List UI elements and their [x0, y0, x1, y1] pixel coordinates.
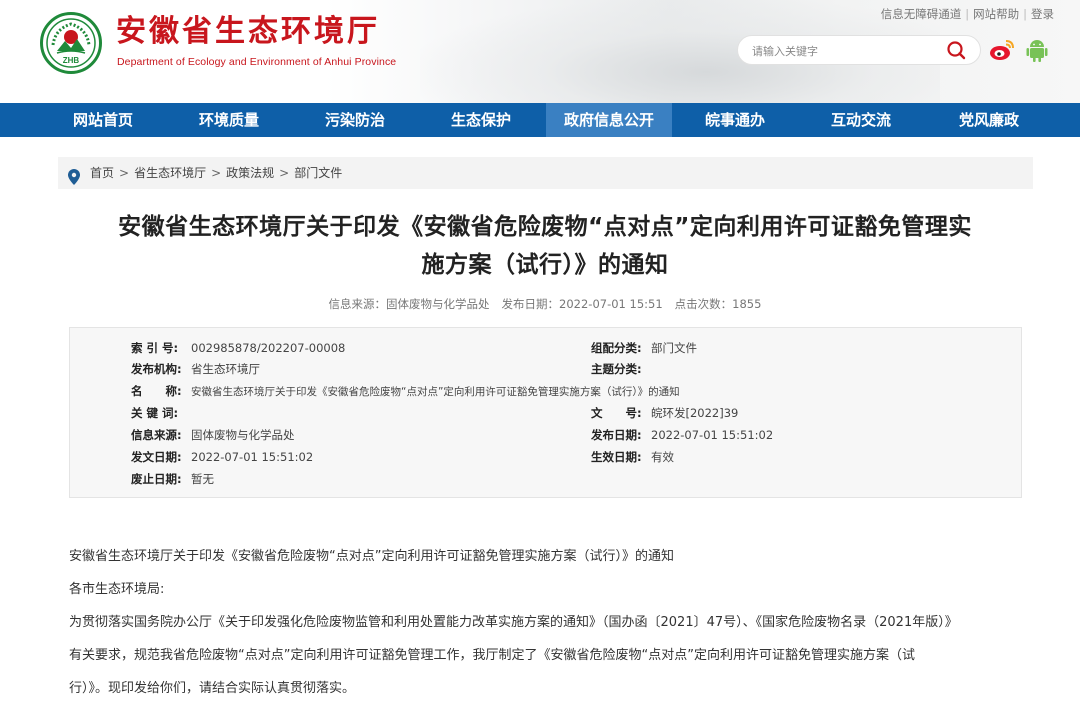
meta-source: 信息来源：固体废物与化学品处 [328, 297, 490, 311]
info-index-value: 002985878/202207-00008 [191, 341, 346, 355]
nav-item-services[interactable]: 皖事通办 [672, 103, 798, 137]
info-publisher-value: 省生态环境厅 [191, 362, 260, 376]
nav-item-pollution-control[interactable]: 污染防治 [292, 103, 418, 137]
document-info-table: 索 引 号: 002985878/202207-00008 组配分类: 部门文件 发… [69, 327, 1022, 498]
article-title: 安徽省生态环境厅关于印发《安徽省危险废物“点对点”定向利用许可证豁免管理实 施方… [60, 208, 1030, 284]
site-logo[interactable]: ZHB [40, 12, 102, 74]
nav-item-environment-quality[interactable]: 环境质量 [166, 103, 292, 137]
article-title-line2: 施方案（试行）》的通知 [421, 252, 669, 278]
info-keywords-label: 关 键 词: [131, 406, 179, 420]
body-paragraph: 各市生态环境局: [69, 582, 165, 597]
info-publisher-label: 发布机构: [131, 362, 182, 376]
logo-text: ZHB [63, 56, 80, 65]
search-input[interactable] [750, 42, 939, 60]
article-title-line1: 安徽省生态环境厅关于印发《安徽省危险废物“点对点”定向利用许可证豁免管理实 [118, 214, 972, 240]
info-issuedate-value: 2022-07-01 15:51:02 [191, 450, 314, 464]
logo-emblem-icon: ZHB [46, 18, 96, 68]
breadcrumb-department-docs[interactable]: 部门文件 [294, 166, 342, 180]
info-docno-value: 皖环发[2022]39 [651, 406, 739, 420]
article-meta: 信息来源：固体废物与化学品处 发布日期：2022-07-01 15:51 点击次数：… [60, 296, 1030, 312]
info-name-value: 安徽省生态环境厅关于印发《安徽省危险废物“点对点”定向利用许可证豁免管理实施方案… [191, 386, 680, 398]
site-header: ZHB 安徽省生态环境厅 Department of Ecology and E… [0, 0, 1080, 103]
info-source-label: 信息来源: [131, 428, 182, 442]
site-title[interactable]: 安徽省生态环境厅 [116, 13, 380, 51]
weibo-icon[interactable] [989, 39, 1015, 65]
body-paragraph: 安徽省生态环境厅关于印发《安徽省危险废物“点对点”定向利用许可证豁免管理实施方案… [69, 549, 674, 564]
info-name-label: 名 称: [131, 384, 182, 398]
nav-item-ecological-protection[interactable]: 生态保护 [418, 103, 544, 137]
search-box [737, 35, 981, 65]
help-link[interactable]: 网站帮助 [973, 7, 1019, 21]
info-expire-label: 废止日期: [131, 472, 182, 486]
nav-item-home[interactable]: 网站首页 [40, 103, 166, 137]
accessibility-link[interactable]: 信息无障碍通道 [881, 7, 962, 21]
body-paragraph: 有关要求，规范我省危险废物“点对点”定向利用许可证豁免管理工作，我厅制定了《安徽… [69, 648, 915, 663]
info-index-label: 索 引 号: [131, 341, 179, 355]
meta-date: 发布日期：2022-07-01 15:51 [501, 297, 663, 311]
article-body: 安徽省生态环境厅关于印发《安徽省危险废物“点对点”定向利用许可证豁免管理实施方案… [69, 540, 1019, 705]
nav-item-party-conduct[interactable]: 党风廉政 [924, 103, 1054, 137]
meta-views: 点击次数：1855 [674, 297, 762, 311]
nav-item-interaction[interactable]: 互动交流 [798, 103, 924, 137]
breadcrumb-home[interactable]: 首页 [90, 166, 114, 180]
body-paragraph: 行）》。现印发给你们，请结合实际认真贯彻落实。 [69, 681, 356, 696]
info-status-value: 有效 [651, 450, 674, 464]
info-issuedate-label: 发文日期: [131, 450, 182, 464]
info-status-label: 生效日期: [591, 450, 642, 464]
breadcrumb-policy[interactable]: 政策法规 [226, 166, 274, 180]
breadcrumb: 首页 > 省生态环境厅 > 政策法规 > 部门文件 [58, 157, 1033, 189]
info-docno-label: 文 号: [591, 406, 642, 420]
main-nav: 网站首页 环境质量 污染防治 生态保护 政府信息公开 皖事通办 互动交流 党风廉… [0, 103, 1080, 137]
info-topic-label: 主题分类: [591, 362, 642, 376]
site-subtitle: Department of Ecology and Environment of… [117, 56, 397, 68]
breadcrumb-department[interactable]: 省生态环境厅 [134, 166, 206, 180]
body-paragraph: 为贯彻落实国务院办公厅《关于印发强化危险废物监管和利用处置能力改革实施方案的通知… [69, 615, 958, 630]
info-category-value: 部门文件 [651, 341, 697, 355]
info-pubdate-value: 2022-07-01 15:51:02 [651, 428, 774, 442]
location-pin-icon [68, 165, 80, 197]
info-expire-value: 暂无 [191, 472, 214, 486]
nav-item-gov-info-disclosure[interactable]: 政府信息公开 [546, 103, 672, 137]
android-app-icon[interactable] [1026, 38, 1048, 66]
info-pubdate-label: 发布日期: [591, 428, 642, 442]
search-icon[interactable] [946, 40, 966, 64]
top-links: 信息无障碍通道 | 网站帮助 | 登录 [880, 7, 1054, 21]
login-link[interactable]: 登录 [1031, 7, 1054, 21]
info-source-value: 固体废物与化学品处 [191, 428, 295, 442]
info-category-label: 组配分类: [591, 341, 642, 355]
